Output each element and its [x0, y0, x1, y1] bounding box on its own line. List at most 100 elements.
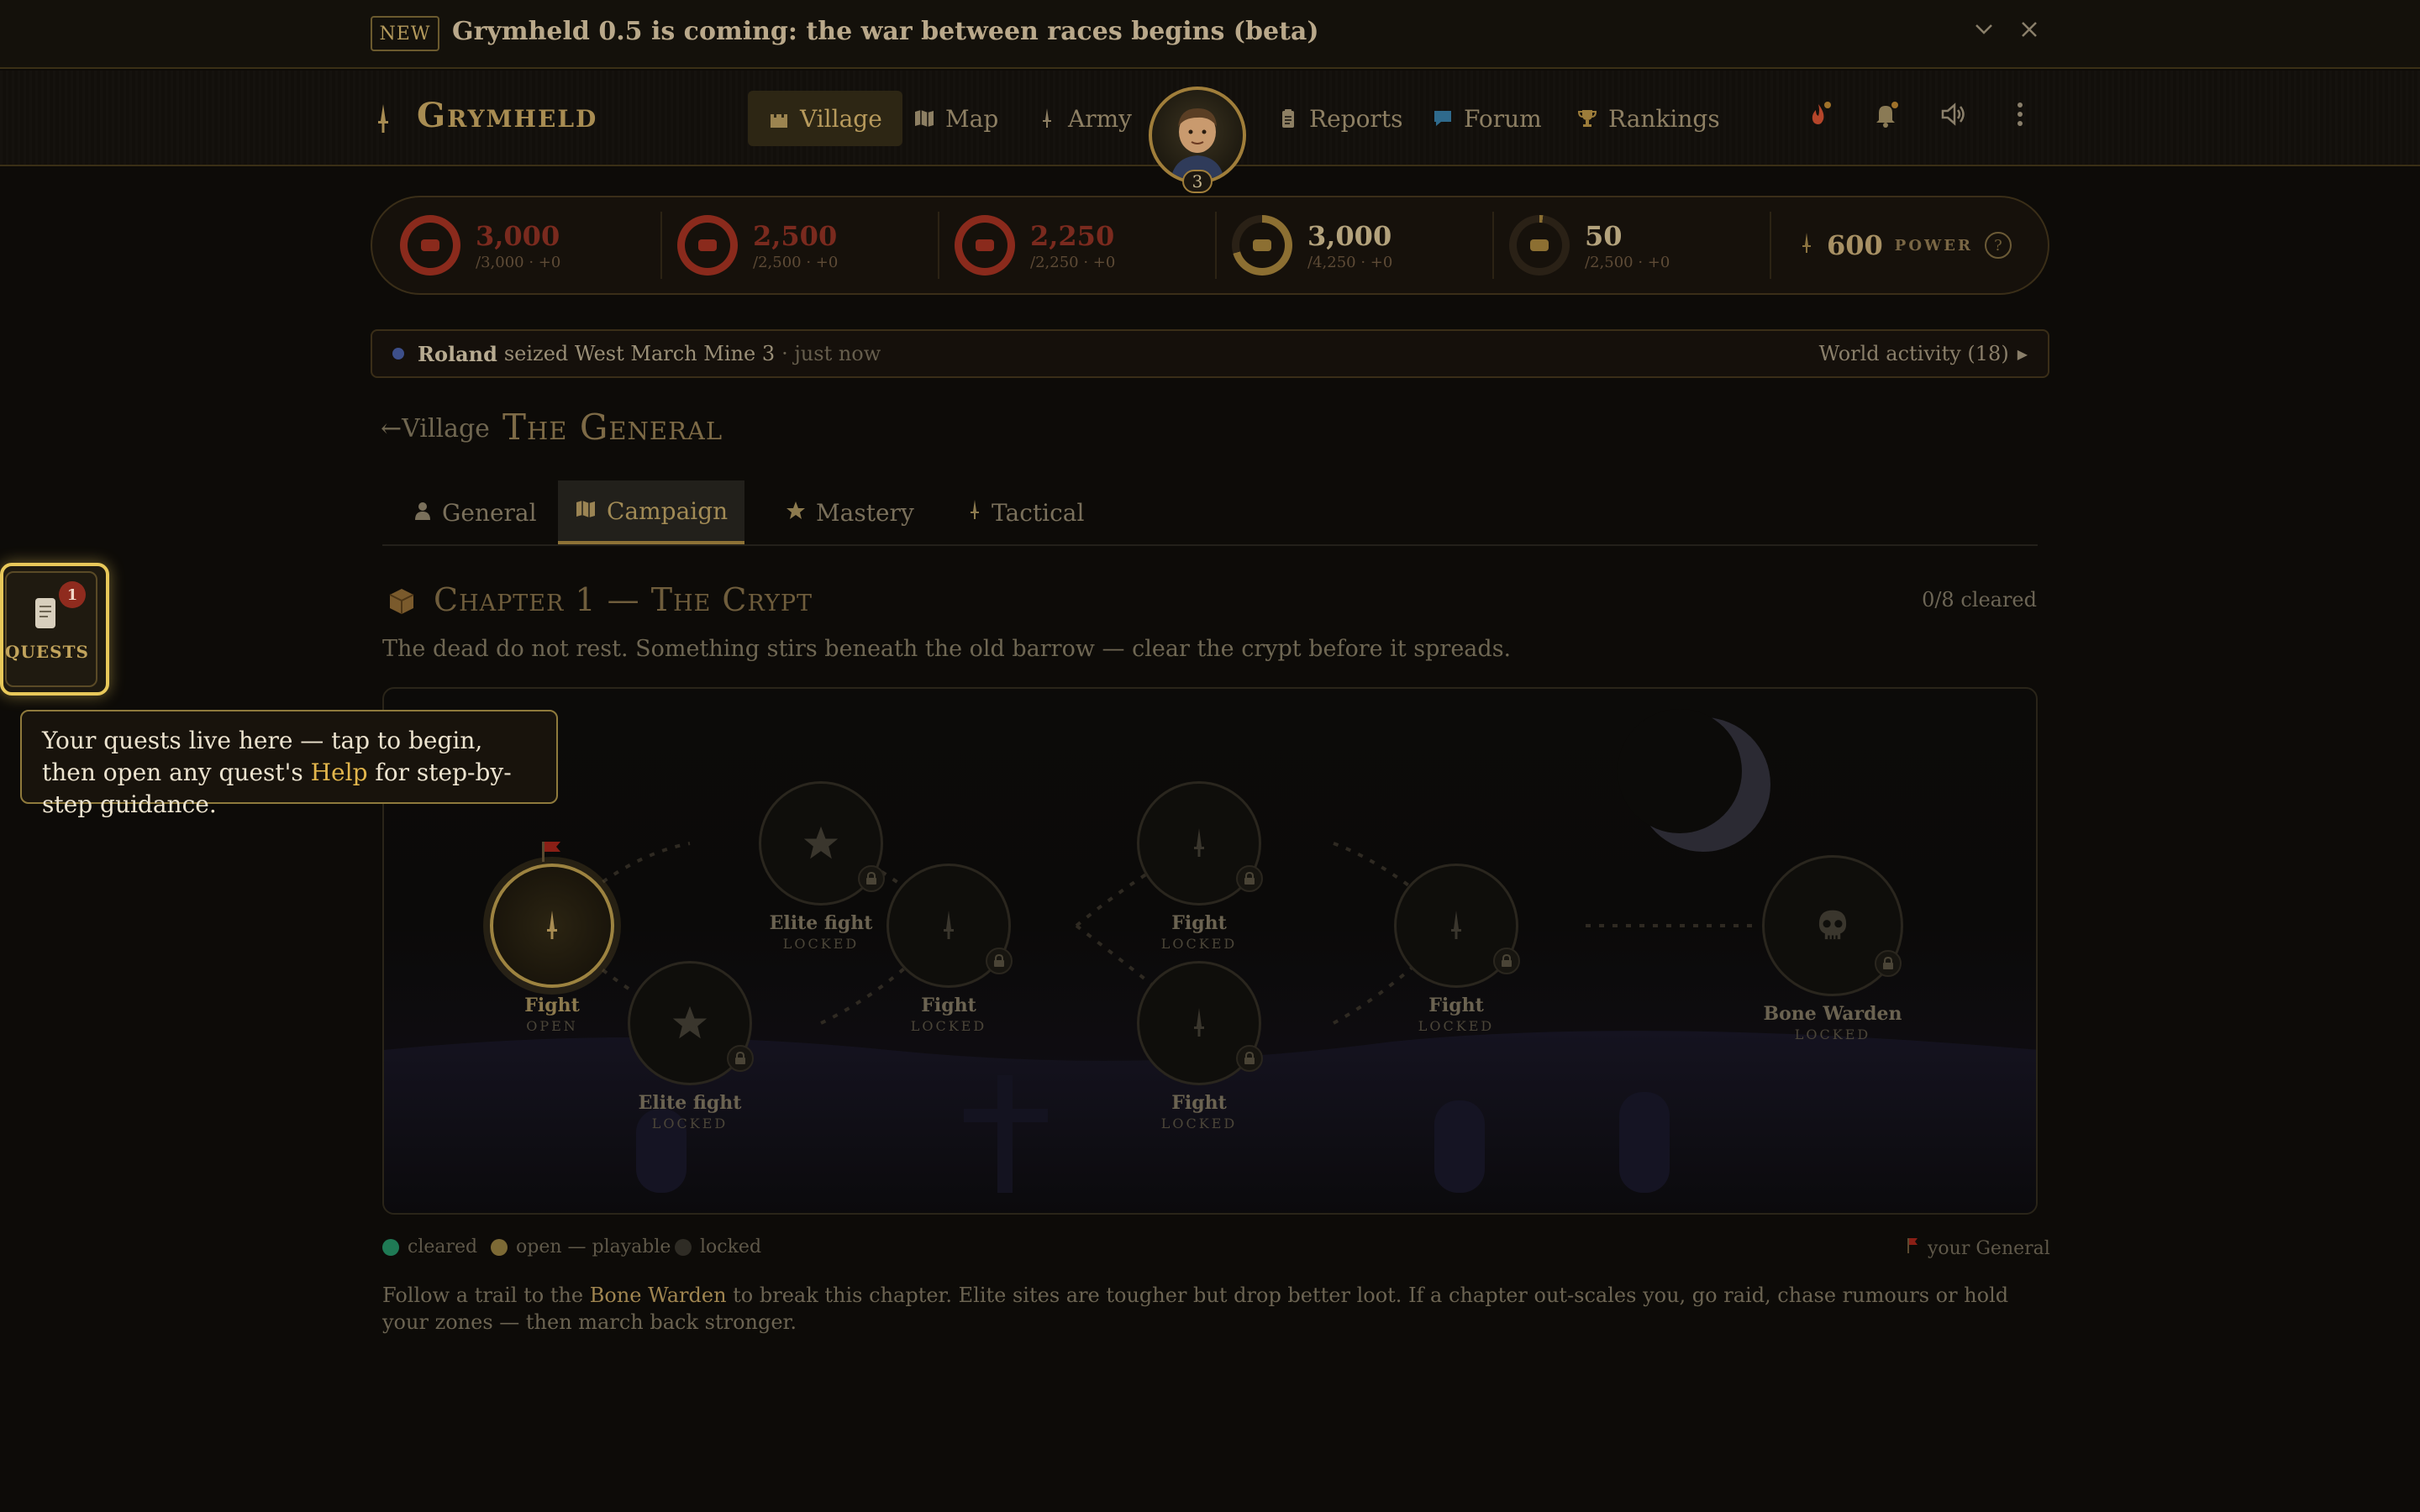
resource-ring: [1509, 215, 1570, 276]
tab-campaign[interactable]: Campaign: [558, 480, 745, 544]
app-logo[interactable]: Grymheld: [417, 96, 597, 135]
tab-label: Mastery: [816, 498, 914, 527]
trophy-icon: [1576, 108, 1598, 129]
legend-label: your General: [1928, 1237, 2050, 1259]
resource-value: 3,000: [1307, 219, 1392, 252]
node-name: Bone Warden: [1763, 1003, 1902, 1025]
resource-ring: [955, 215, 1015, 276]
gold-icon: [1517, 223, 1562, 268]
nav-army[interactable]: Army: [1036, 91, 1132, 146]
resource-ring: [1232, 215, 1292, 276]
power-display[interactable]: 600 POWER ?: [1798, 196, 2012, 295]
tab-tactical[interactable]: Tactical: [951, 480, 1101, 544]
activity-dot: [392, 348, 404, 360]
power-value: 600: [1827, 229, 1883, 261]
chevron-right-icon: ▶: [2017, 345, 2028, 362]
node-status: LOCKED: [1160, 1116, 1238, 1131]
node-status: OPEN: [526, 1018, 578, 1034]
tab-general[interactable]: General: [397, 480, 554, 544]
chevron-down-icon[interactable]: [1971, 17, 1996, 49]
nav-village[interactable]: Village: [748, 91, 902, 146]
nav-rankings[interactable]: Rankings: [1576, 91, 1720, 146]
nav-forum[interactable]: Forum: [1432, 91, 1542, 146]
node-status: LOCKED: [1418, 1018, 1495, 1034]
sword-icon: [1036, 108, 1058, 129]
node-status: LOCKED: [1160, 936, 1238, 952]
avatar-level-badge: 3: [1182, 170, 1213, 193]
resource-item[interactable]: 3,000/3,000 · +0: [400, 196, 560, 295]
map-icon: [575, 497, 597, 525]
speech-bubble-icon: [1432, 108, 1454, 129]
legend-dot-locked: [675, 1238, 692, 1256]
resource-item[interactable]: 2,250/2,250 · +0: [955, 196, 1115, 295]
nav-reports[interactable]: Reports: [1277, 91, 1402, 146]
chapter-progress: 0/8 cleared: [1922, 588, 2037, 612]
node-name: Elite fight: [638, 1092, 742, 1114]
nav-label: Map: [945, 104, 999, 133]
breadcrumb-back[interactable]: ←Village: [381, 414, 490, 444]
chapter-title: Chapter 1 — The Crypt: [434, 581, 813, 618]
quests-tooltip: Your quests live here — tap to begin, th…: [20, 710, 558, 818]
resource-item[interactable]: 3,000/4,250 · +0: [1232, 196, 1392, 295]
campaign-map: Fight OPEN Elite fight LOCKED Fight LOCKED Fig…: [382, 687, 2038, 1215]
announcement-message[interactable]: Grymheld 0.5 is coming: the war between …: [452, 17, 1319, 46]
legend-label: cleared: [408, 1236, 478, 1257]
node-status: LOCKED: [910, 1018, 987, 1034]
flag-icon: [1906, 1236, 1919, 1260]
sword-icon: [493, 867, 611, 984]
announcement-bar: NEW Grymheld 0.5 is coming: the war betw…: [0, 0, 2420, 69]
tooltip-help-link[interactable]: Help: [311, 759, 368, 786]
resource-divider: [1770, 212, 1771, 279]
resource-divider: [660, 212, 662, 279]
legend-dot-cleared: [382, 1238, 399, 1256]
resource-ring: [400, 215, 460, 276]
activity-actor[interactable]: Roland: [418, 342, 497, 366]
tab-mastery[interactable]: Mastery: [769, 480, 931, 544]
speaker-icon[interactable]: [1936, 97, 1970, 131]
resource-divider: [1492, 212, 1494, 279]
legend-general: your General: [1906, 1236, 2050, 1260]
new-badge: NEW: [371, 16, 439, 51]
campaign-node[interactable]: [490, 864, 614, 988]
resource-value: 2,500: [753, 219, 838, 252]
node-status: LOCKED: [1794, 1026, 1871, 1042]
page-title: The General: [502, 407, 723, 448]
resource-capacity: /4,250 · +0: [1307, 253, 1393, 271]
legend-locked: locked: [675, 1236, 761, 1257]
resource-capacity: /2,500 · +0: [753, 253, 839, 271]
power-label: POWER: [1894, 236, 1973, 255]
resource-divider: [938, 212, 939, 279]
nav-map[interactable]: Map: [913, 91, 998, 146]
resource-item[interactable]: 2,500/2,500 · +0: [677, 196, 838, 295]
castle-icon: [768, 108, 790, 129]
legend-cleared: cleared: [382, 1236, 477, 1257]
node-status: LOCKED: [651, 1116, 729, 1131]
log-icon: [408, 223, 453, 268]
bell-icon[interactable]: [1869, 97, 1902, 131]
resource-capacity: /2,250 · +0: [1030, 253, 1116, 271]
resource-value: 3,000: [476, 219, 560, 252]
nav-label: Reports: [1309, 104, 1403, 133]
activity-text: seized West March Mine 3: [503, 342, 776, 365]
close-icon[interactable]: [2017, 17, 2042, 49]
legend-label: open — playable: [516, 1236, 671, 1257]
nav-label: Village: [800, 104, 882, 133]
sword-icon: [968, 499, 981, 527]
sword-icon: [1798, 231, 1815, 260]
legend-dot-open: [491, 1238, 508, 1256]
fire-icon[interactable]: [1802, 97, 1835, 131]
chapter-hint: Follow a trail to the Bone Warden to bre…: [382, 1282, 2029, 1336]
more-menu-icon[interactable]: [2003, 97, 2037, 131]
power-help-button[interactable]: ?: [1984, 232, 2012, 259]
activity-time: · just now: [781, 342, 881, 365]
map-icon: [913, 108, 935, 129]
clipboard-icon: [1277, 108, 1299, 129]
world-activity-link[interactable]: World activity (18): [1819, 342, 2009, 365]
world-activity-ticker[interactable]: Roland seized West March Mine 3 · just n…: [371, 329, 2049, 378]
tab-divider: [382, 544, 2038, 546]
general-flag-icon: [539, 838, 564, 867]
resource-item[interactable]: 50/2,500 · +0: [1509, 196, 1670, 295]
chest-icon: [385, 583, 418, 620]
tab-label: General: [442, 498, 537, 527]
sword-logo-icon: [375, 102, 392, 136]
